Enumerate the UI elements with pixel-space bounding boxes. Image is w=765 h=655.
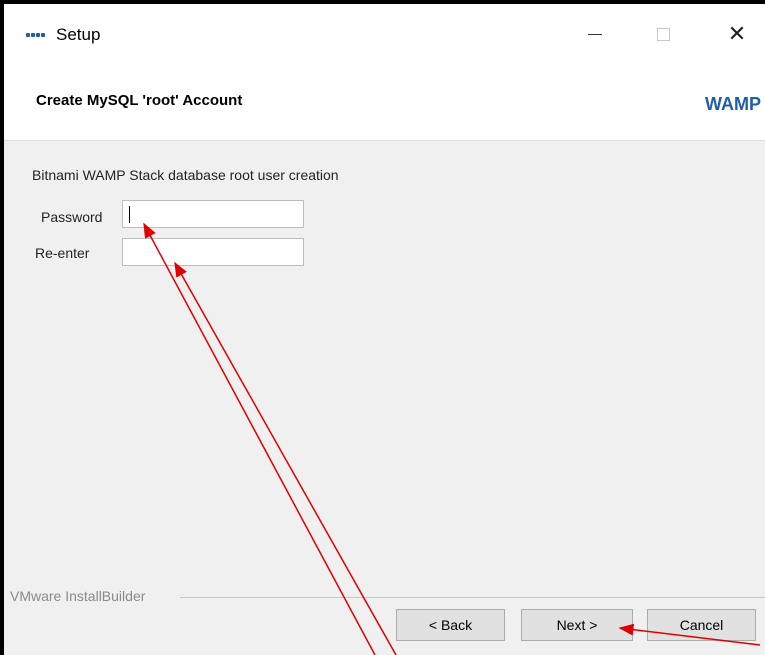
wizard-header: Create MySQL 'root' Account WAMP (4, 64, 765, 141)
maximize-button[interactable] (640, 12, 686, 56)
footer-divider (180, 597, 765, 598)
brand-logo: WAMP (705, 94, 761, 114)
maximize-icon (656, 27, 670, 41)
password-label: Password (41, 209, 103, 225)
close-icon: ✕ (727, 21, 747, 46)
close-button[interactable]: ✕ (714, 12, 760, 56)
reenter-label: Re-enter (35, 245, 90, 261)
minimize-icon (588, 33, 602, 35)
wamp-app-icon (26, 33, 46, 39)
page-title: Create MySQL 'root' Account (36, 92, 243, 109)
setup-window: Setup ✕ Create MySQL 'root' Account WAMP… (0, 0, 765, 655)
text-caret (129, 206, 130, 223)
reenter-password-field[interactable] (122, 238, 304, 266)
back-button[interactable]: < Back (396, 609, 505, 641)
installer-label: VMware InstallBuilder (10, 588, 150, 604)
next-button[interactable]: Next > (521, 609, 633, 641)
minimize-button[interactable] (572, 12, 618, 56)
password-field[interactable] (122, 200, 304, 228)
title-bar: Setup ✕ (4, 4, 765, 64)
section-description: Bitnami WAMP Stack database root user cr… (32, 167, 339, 183)
cancel-button[interactable]: Cancel (647, 609, 756, 641)
window-title: Setup (56, 25, 101, 44)
